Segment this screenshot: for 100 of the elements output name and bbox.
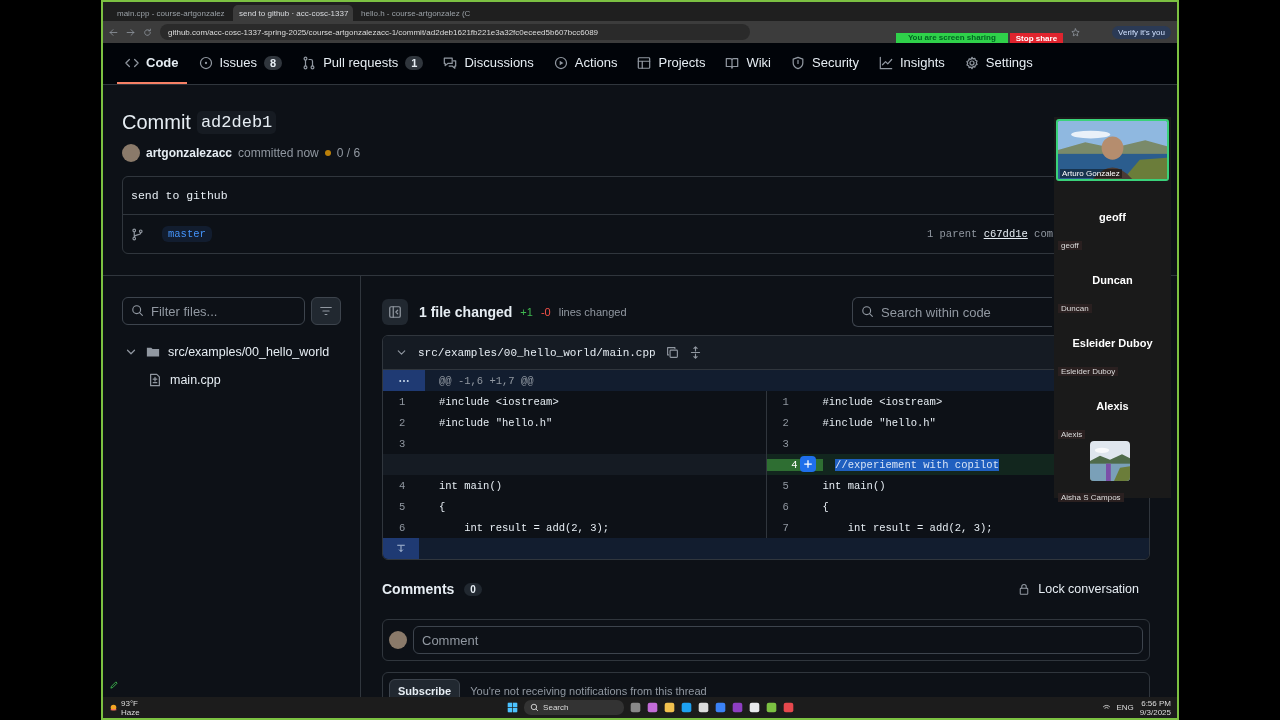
- search-icon: [530, 703, 540, 712]
- code-search-field[interactable]: Search within code: [852, 297, 1052, 327]
- participant-label: Aisha S Campos: [1058, 493, 1124, 502]
- status-dot: [324, 150, 331, 156]
- repo-tab[interactable]: Projects: [629, 43, 714, 84]
- arrow-down-icon: [396, 543, 406, 554]
- weather-icon: [109, 703, 118, 712]
- app-icon[interactable]: [698, 702, 710, 713]
- count-badge: 0: [464, 582, 482, 596]
- edit-icon[interactable]: [109, 680, 119, 690]
- parent-label: 1 parent: [926, 228, 978, 240]
- forward-icon[interactable]: [126, 27, 135, 37]
- count-badge: 8: [264, 55, 283, 70]
- profile-button[interactable]: Verify it's you: [1112, 25, 1171, 39]
- windows-icon[interactable]: [507, 702, 519, 713]
- tree-item[interactable]: main.cpp: [122, 366, 341, 394]
- comment-field[interactable]: Comment: [413, 626, 1143, 654]
- branch-label[interactable]: master: [162, 226, 212, 242]
- clock-date[interactable]: 9/3/2025: [1139, 707, 1171, 717]
- shield-icon: [791, 55, 805, 70]
- participant-name: Duncan: [1091, 274, 1134, 286]
- search-icon: [861, 305, 874, 318]
- taskbar-search[interactable]: Search: [524, 700, 625, 715]
- app-icon[interactable]: [766, 702, 778, 713]
- sharing-banner: You are screen sharing: [895, 33, 1008, 43]
- branch-icon: [131, 227, 144, 241]
- add-comment-button[interactable]: [799, 456, 816, 472]
- app-icon[interactable]: [681, 702, 693, 713]
- browser-tab[interactable]: main.cpp - course-artgonzalez: [111, 5, 231, 21]
- check-count[interactable]: 0 / 6: [336, 146, 361, 160]
- browser-tab[interactable]: send to github · acc-cosc-1337: [233, 5, 353, 21]
- code-line: #include "hello.h": [439, 416, 553, 429]
- repo-tab[interactable]: Issues 8: [190, 43, 291, 84]
- weather-text: Haze: [121, 707, 140, 717]
- parent-sha-link[interactable]: c67dd1e: [983, 228, 1028, 240]
- repo-tab[interactable]: Wiki: [717, 43, 779, 84]
- pull-request-icon: [302, 55, 317, 70]
- line-number: 5: [398, 500, 407, 513]
- line-number: 7: [781, 521, 790, 534]
- line-number: 5: [781, 479, 790, 492]
- repo-tab[interactable]: Insights: [870, 43, 953, 84]
- participant-label: Alexis: [1058, 430, 1086, 439]
- code-line: #include <iostream>: [822, 395, 943, 408]
- avatar: [389, 631, 407, 649]
- line-number: 3: [781, 437, 790, 450]
- folder-icon: [146, 345, 160, 359]
- tree-item[interactable]: src/examples/00_hello_world: [122, 338, 341, 366]
- repo-tab[interactable]: Settings: [956, 43, 1041, 84]
- lines-changed-label: lines changed: [558, 306, 627, 318]
- repo-tab[interactable]: Discussions: [435, 43, 542, 84]
- count-badge: 1: [405, 55, 424, 70]
- language-indicator[interactable]: ENG: [1116, 703, 1134, 712]
- filter-button[interactable]: [311, 297, 341, 325]
- subscribe-button[interactable]: Subscribe: [389, 679, 461, 697]
- search-icon: [131, 304, 144, 317]
- expand-down-button[interactable]: [383, 538, 419, 559]
- repo-tab[interactable]: Pull requests 1: [294, 43, 432, 84]
- star-icon[interactable]: [1071, 27, 1081, 37]
- author-link[interactable]: artgonzalezacc: [146, 146, 233, 160]
- participant-label: Esleider Duboy: [1058, 367, 1119, 376]
- copy-icon[interactable]: [665, 346, 679, 359]
- code-line: #include "hello.h": [822, 416, 936, 429]
- line-number: 1: [398, 395, 407, 408]
- panel-icon: [388, 305, 402, 319]
- repo-tab[interactable]: Code: [117, 43, 187, 84]
- settings-icon: [964, 55, 979, 70]
- avatar: [122, 144, 140, 162]
- line-number: 6: [398, 521, 407, 534]
- parent-text: com: [1034, 228, 1053, 240]
- code-line: {: [439, 500, 446, 513]
- sidebar-toggle-button[interactable]: [382, 299, 408, 325]
- plus-icon: [802, 459, 813, 469]
- clock-time[interactable]: 6:56 PM: [1141, 698, 1171, 708]
- repo-tab[interactable]: Security: [783, 43, 867, 84]
- deletions-count: -0: [540, 306, 551, 318]
- app-icon[interactable]: [749, 702, 761, 713]
- commit-sha: ad2deb1: [196, 111, 277, 134]
- address-bar[interactable]: github.com/acc-cosc-1337-spring-2025/course-artgonzalezacc-1/commit/ad2deb1621fb221e3a32fc0eceed5b607bcc6089: [160, 24, 750, 40]
- back-icon[interactable]: [109, 27, 118, 37]
- app-icon[interactable]: [664, 702, 676, 713]
- code-line: int result = add(2, 3);: [846, 521, 993, 534]
- line-number: 1: [781, 395, 790, 408]
- filter-field[interactable]: Filter files...: [122, 297, 305, 325]
- repo-tab[interactable]: Actions: [545, 43, 626, 84]
- participant-name: Alexis: [1095, 400, 1130, 412]
- hunk-header: @@ -1,6 +1,7 @@: [439, 374, 534, 387]
- reload-icon[interactable]: [143, 27, 152, 37]
- comments-heading: Comments: [382, 581, 455, 597]
- file-path: src/examples/00_hello_world/main.cpp: [418, 346, 656, 359]
- table-icon: [637, 55, 652, 70]
- code-line: #include <iostream>: [439, 395, 559, 408]
- line-number: 2: [398, 416, 407, 429]
- lock-conversation-button[interactable]: Lock conversation: [1007, 582, 1150, 596]
- participant-name: Esleider Duboy: [1071, 337, 1154, 349]
- browser-tab[interactable]: hello.h - course-artgonzalez (C: [355, 5, 475, 21]
- expand-icon[interactable]: [688, 346, 702, 359]
- stop-share-button[interactable]: Stop share: [1009, 33, 1064, 43]
- files-changed-count: 1 file changed: [419, 304, 513, 320]
- commit-title: Commit: [122, 111, 191, 134]
- file-diff-icon: [148, 373, 162, 387]
